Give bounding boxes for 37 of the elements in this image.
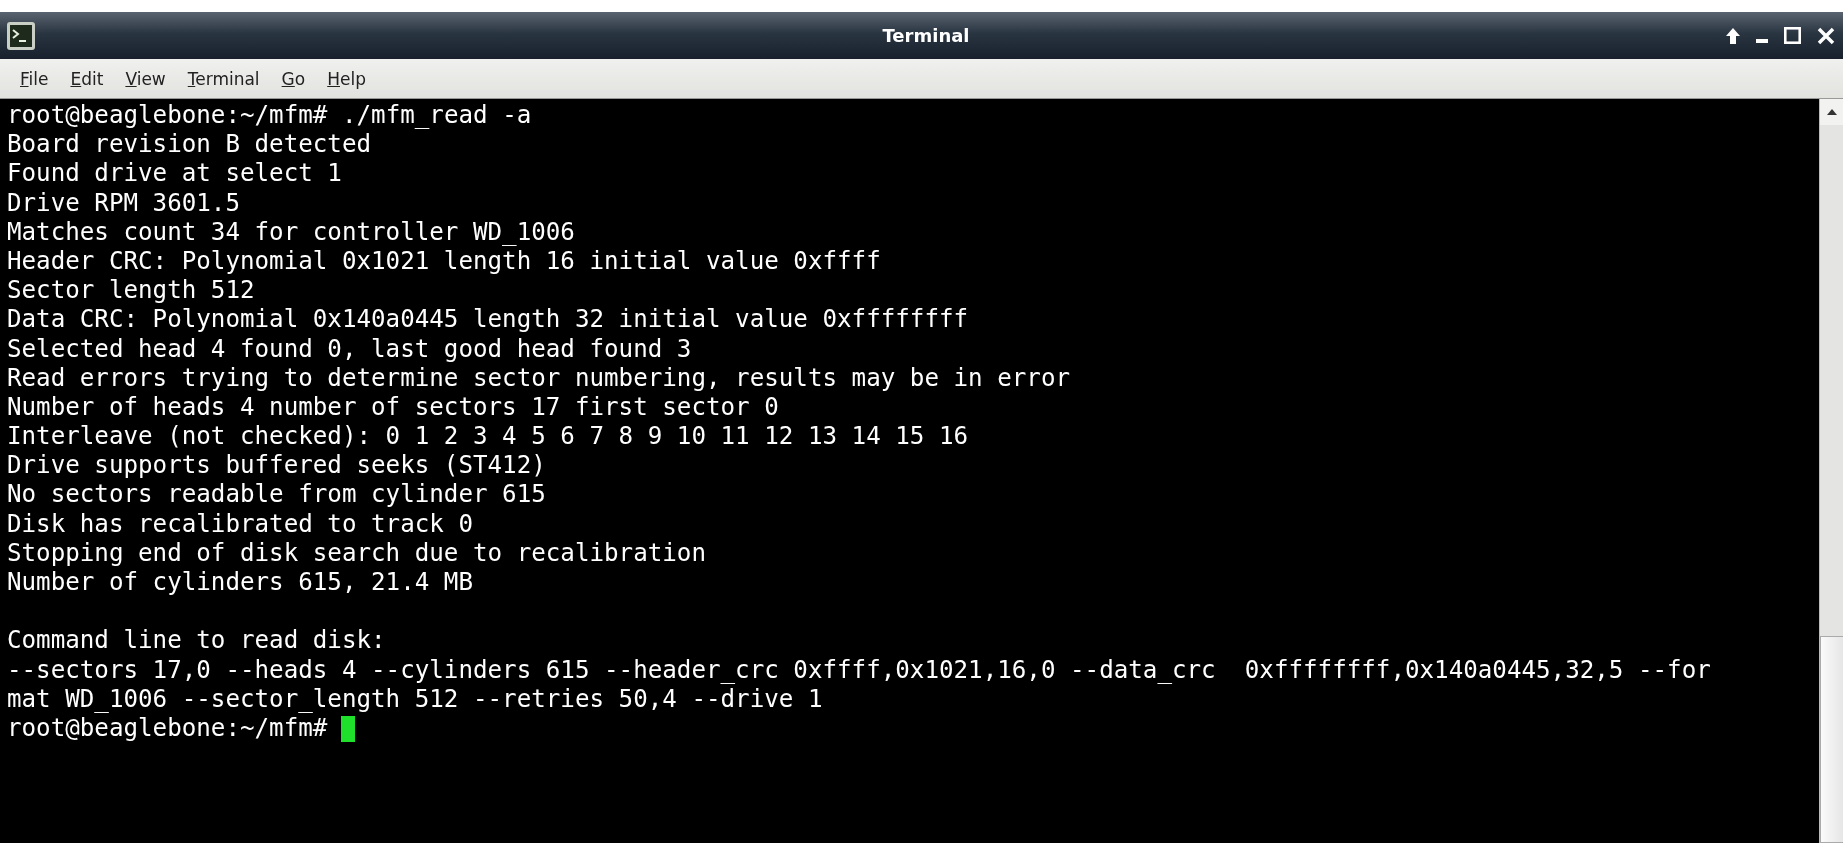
output-line: Matches count 34 for controller WD_1006: [7, 217, 575, 247]
output-line: Disk has recalibrated to track 0: [7, 509, 473, 539]
output-line: Data CRC: Polynomial 0x140a0445 length 32 initial value 0xffffffff: [7, 305, 969, 335]
up-arrow-icon[interactable]: [1726, 27, 1740, 44]
minimize-icon[interactable]: [1756, 38, 1768, 43]
output-line: Stopping end of disk search due to recalibration: [7, 538, 706, 568]
output-line: Number of cylinders 615, 21.4 MB: [7, 568, 473, 598]
menu-item[interactable]: Terminal: [179, 66, 268, 91]
output-line: Found drive at select 1: [7, 159, 342, 189]
command-text: ./mfm_read -a: [341, 101, 532, 131]
window-title: Terminal: [881, 25, 971, 46]
output-line: Board revision B detected: [7, 130, 372, 160]
maximize-icon[interactable]: [1784, 27, 1801, 44]
up-triangle-icon: [1826, 109, 1837, 115]
output-line: Interleave (not checked): 0 1 2 3 4 5 6 7 8 9 10 11 12 13 14 15 16: [7, 422, 969, 452]
shell-prompt: root@beaglebone:~/mfm#: [7, 101, 328, 131]
menu-item[interactable]: View: [117, 66, 174, 91]
scroll-up-button[interactable]: [1820, 99, 1843, 125]
output-line: Read errors trying to determine sector numbering, results may be in error: [7, 363, 1071, 393]
output-line: Sector length 512: [7, 276, 255, 306]
terminal-icon: [6, 20, 36, 51]
output-line: Command line to read disk:: [7, 626, 386, 656]
output-line: No sectors readable from cylinder 615: [7, 480, 546, 510]
menu-item[interactable]: File: [12, 66, 57, 91]
output-line: Number of heads 4 number of sectors 17 first sector 0: [7, 392, 779, 423]
output-line: Selected head 4 found 0, last good head found 3: [7, 334, 692, 364]
output-line: Drive supports buffered seeks (ST412): [7, 451, 546, 481]
menu-item[interactable]: Go: [273, 66, 314, 91]
output-line: Header CRC: Polynomial 0x1021 length 16 initial value 0xffff: [7, 246, 881, 277]
output-line: mat WD_1006 --sector_length 512 --retries 50,4 --drive 1: [7, 684, 823, 714]
menu-item[interactable]: Edit: [62, 66, 112, 91]
output-line: --sectors 17,0 --heads 4 --cylinders 615 --header_crc 0xffff,0x1021,16,0 --data_crc 0xffffffff,0x140a0445,32,5 --for: [7, 655, 1711, 685]
menu-item[interactable]: Help: [319, 66, 374, 91]
close-icon[interactable]: [1817, 26, 1835, 45]
shell-prompt: root@beaglebone:~/mfm#: [7, 713, 328, 744]
output-line: Drive RPM 3601.5: [7, 188, 240, 218]
scroll-thumb[interactable]: [1820, 636, 1843, 843]
